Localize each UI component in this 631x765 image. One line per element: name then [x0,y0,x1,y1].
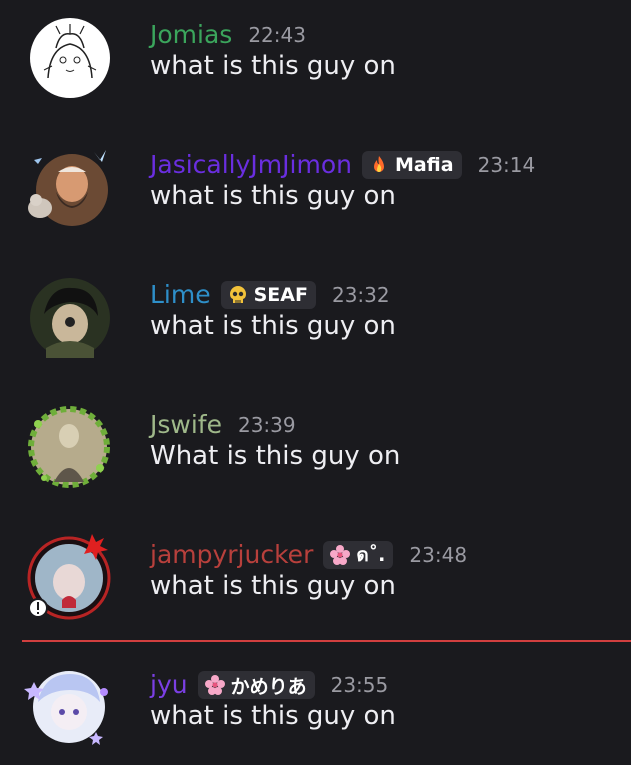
badge-label: Mafia [394,154,454,176]
avatar[interactable] [24,668,110,748]
timestamp[interactable]: 22:43 [248,18,306,52]
timestamp[interactable]: 23:39 [238,408,296,442]
message-header: Lime SEAF 23:32 [150,278,390,312]
message-header: Jomias 22:43 [150,18,306,52]
cherry-blossom-icon [328,543,352,567]
vintage-portrait-leaf-frame-avatar-icon [28,406,110,488]
message-text: what is this guy on [150,571,396,601]
new-messages-divider [22,640,631,642]
role-badge[interactable]: Mafia [361,151,462,179]
avatar[interactable] [27,534,111,620]
message-item[interactable]: jyu かめりあ 23:55 what is this guy on [0,650,631,760]
role-badge[interactable]: かめりあ [197,671,315,699]
timestamp[interactable]: 23:55 [331,668,389,702]
avatar[interactable] [30,18,110,98]
message-header: jyu かめりあ 23:55 [150,668,388,702]
message-text: what is this guy on [150,181,396,211]
message-header: Jswife 23:39 [150,408,296,442]
author-name[interactable]: Jomias [150,18,232,52]
role-badge[interactable]: SEAF [220,281,316,309]
avatar[interactable] [28,406,110,488]
author-name[interactable]: JasicallyJmJimon [150,148,352,182]
timestamp[interactable]: 23:14 [478,148,536,182]
message-item[interactable]: Lime SEAF 23:32 what is this guy on [0,260,631,370]
message-item[interactable]: Jomias 22:43 what is this guy on [0,0,631,110]
author-name[interactable]: jampyrjucker [150,538,313,572]
message-text: what is this guy on [150,311,396,341]
sketch-character-avatar-icon [30,18,110,98]
cherry-blossom-icon [203,673,227,697]
avatar[interactable] [28,148,110,228]
author-name[interactable]: Lime [150,278,211,312]
role-badge[interactable]: ด˚. [323,541,394,569]
avatar[interactable] [30,278,110,358]
timestamp[interactable]: 23:48 [409,538,467,572]
message-item[interactable]: jampyrjucker ด˚. 23:48 what is this guy … [0,520,631,630]
message-header: JasicallyJmJimon Mafia 23:14 [150,148,535,182]
badge-label: ด˚. [356,544,386,566]
author-name[interactable]: jyu [150,668,188,702]
anime-girl-red-frame-avatar-icon [27,534,111,620]
message-text: what is this guy on [150,701,396,731]
message-text: what is this guy on [150,51,396,81]
message-header: jampyrjucker ด˚. 23:48 [150,538,467,572]
anime-girl-stars-avatar-icon [24,671,108,745]
chat-message-list: Jomias 22:43 what is this guy on Jasical… [0,0,631,765]
message-item[interactable]: Jswife 23:39 What is this guy on [0,390,631,500]
anime-character-avatar-icon [30,278,110,358]
author-name[interactable]: Jswife [150,408,222,442]
timestamp[interactable]: 23:32 [332,278,390,312]
message-text: What is this guy on [150,441,401,471]
badge-label: かめりあ [230,675,307,698]
bearded-man-with-cat-avatar-icon [28,150,108,226]
fire-icon [367,153,391,177]
skull-icon [226,283,250,307]
message-item[interactable]: JasicallyJmJimon Mafia 23:14 what is thi… [0,130,631,240]
badge-label: SEAF [253,284,308,306]
